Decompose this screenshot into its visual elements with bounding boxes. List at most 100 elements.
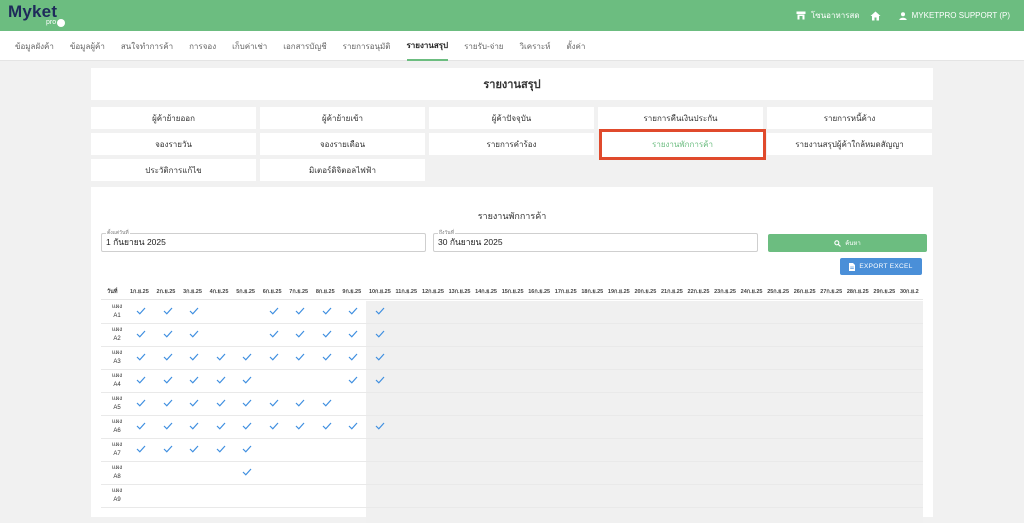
export-label: EXPORT EXCEL [859, 263, 913, 270]
table-header-day: 5ก.ย.25 [236, 289, 255, 295]
table-header: วันที่ 1ก.ย.25 2ก.ย.25 3ก.ย.25 4ก.ย.25 5ก.ย.2… [101, 283, 923, 300]
report-button-0[interactable]: ผู้ค้าย้ายออก [91, 107, 256, 129]
check-icon [322, 307, 332, 315]
check-icon [269, 330, 279, 338]
row-name: A3 [113, 359, 121, 365]
row-label: แผง A3 [107, 349, 127, 367]
table-header-day: 20ก.ย.25 [634, 289, 657, 295]
nav-item-8[interactable]: รายรับ-จ่าย [464, 31, 503, 61]
report-button-5[interactable]: จองรายวัน [91, 133, 256, 155]
nav-item-10[interactable]: ตั้งค่า [566, 31, 585, 61]
report-panel: รายงานพักการค้า ตั้งแต่วันที่ ถึงวันที่ … [91, 187, 933, 523]
table-header-day: 13ก.ย.25 [448, 289, 471, 295]
start-date-input[interactable] [106, 237, 406, 247]
nav-item-3[interactable]: การจอง [189, 31, 216, 61]
check-icon [322, 353, 332, 361]
row-prefix: แผง [111, 350, 123, 356]
suspension-table: วันที่ 1ก.ย.25 2ก.ย.25 3ก.ย.25 4ก.ย.25 5ก.ย.2… [101, 283, 923, 523]
table-header-date: วันที่ [107, 289, 118, 295]
nav-item-0[interactable]: ข้อมูลผังค้า [15, 31, 54, 61]
shop-selector[interactable]: โซนอาหารสด [796, 9, 860, 22]
row-label: แผง A1 [107, 303, 127, 321]
report-button-10[interactable]: ประวัติการแก้ไข [91, 159, 256, 181]
row-label: แผง A4 [107, 372, 127, 390]
check-icon [348, 307, 358, 315]
report-button-7[interactable]: รายการคำร้อง [429, 133, 594, 155]
report-button-6[interactable]: จองรายเดือน [260, 133, 425, 155]
table-row: แผง A8 [101, 462, 923, 485]
check-icon [242, 399, 252, 407]
nav-item-2[interactable]: สนใจทำการค้า [121, 31, 173, 61]
brand-sub: pro [46, 19, 57, 26]
table-row: แผง A3 [101, 347, 923, 370]
row-label: แผง A5 [107, 395, 127, 413]
start-date-field[interactable]: ตั้งแต่วันที่ [101, 229, 426, 252]
search-button[interactable]: ค้นหา [768, 234, 927, 252]
row-name: A5 [113, 405, 121, 411]
search-icon [834, 239, 842, 247]
row-prefix: แผง [111, 488, 123, 494]
row-name: A4 [113, 382, 121, 388]
table-header-day: 8ก.ย.25 [315, 289, 335, 295]
check-icon [295, 330, 305, 338]
table-header-day: 4ก.ย.25 [209, 289, 229, 295]
check-icon [375, 422, 385, 430]
row-name: A6 [113, 428, 121, 434]
report-button-9[interactable]: รายงานสรุปผู้ค้าใกล้หมดสัญญา [767, 133, 932, 155]
end-date-input[interactable] [438, 237, 738, 247]
check-icon [375, 376, 385, 384]
row-prefix: แผง [111, 373, 123, 379]
table-row: แผง A7 [101, 439, 923, 462]
check-icon [189, 399, 199, 407]
report-button-2[interactable]: ผู้ค้าปัจจุบัน [429, 107, 594, 129]
check-icon [242, 376, 252, 384]
table-header-day: 19ก.ย.25 [607, 289, 630, 295]
check-icon [242, 468, 252, 476]
nav-item-5[interactable]: เอกสารบัญชี [283, 31, 326, 61]
check-icon [216, 399, 226, 407]
check-icon [163, 330, 172, 338]
report-button-3[interactable]: รายการคืนเงินประกัน [598, 107, 763, 129]
report-button-11[interactable]: มิเตอร์ดิจิตอลไฟฟ้า [260, 159, 425, 181]
nav-item-4[interactable]: เก็บค่าเช่า [232, 31, 267, 61]
end-date-field[interactable]: ถึงวันที่ [433, 229, 758, 252]
check-icon [322, 399, 332, 407]
report-button-8[interactable]: รายงานพักการค้า [599, 129, 766, 160]
report-title: รายงานพักการค้า [477, 211, 547, 221]
report-button-1[interactable]: ผู้ค้าย้ายเข้า [260, 107, 425, 129]
check-icon [136, 330, 146, 338]
row-prefix: แผง [111, 396, 123, 402]
row-prefix: แผง [111, 442, 123, 448]
table-header-day: 25ก.ย.25 [767, 289, 790, 295]
check-icon [163, 353, 172, 361]
table-header-day: 27ก.ย.25 [820, 289, 843, 295]
check-icon [163, 399, 172, 407]
report-button-4[interactable]: รายการหนี้ค้าง [767, 107, 932, 129]
table-row: แผง A6 [101, 416, 923, 439]
check-icon [163, 445, 172, 453]
check-icon [189, 376, 199, 384]
check-icon [163, 307, 172, 315]
nav-item-6[interactable]: รายการอนุมัติ [343, 31, 391, 61]
row-name: A8 [113, 474, 121, 480]
table-header-day: 22ก.ย.25 [687, 289, 710, 295]
table-header-day: 24ก.ย.25 [740, 289, 763, 295]
user-menu[interactable]: MYKETPRO SUPPORT (P) [898, 11, 1010, 20]
table-row: แผง A1 [101, 301, 923, 324]
check-icon [295, 353, 305, 361]
check-icon [189, 353, 199, 361]
nav-item-1[interactable]: ข้อมูลผู้ค้า [70, 31, 105, 61]
check-icon [322, 330, 332, 338]
row-name: A2 [113, 336, 121, 342]
table-header-day: 26ก.ย.25 [793, 289, 816, 295]
check-icon [269, 422, 279, 430]
nav-item-9[interactable]: วิเคราะห์ [520, 31, 551, 61]
check-icon [216, 422, 226, 430]
table-header-day: 14ก.ย.25 [475, 289, 497, 295]
export-excel-button[interactable]: EXPORT EXCEL [840, 258, 922, 275]
check-icon [375, 353, 385, 361]
home-button[interactable] [870, 11, 881, 21]
nav-item-7[interactable]: รายงานสรุป [406, 31, 449, 61]
row-label: แผง A7 [107, 441, 127, 459]
table-header-day: 3ก.ย.25 [183, 289, 202, 295]
